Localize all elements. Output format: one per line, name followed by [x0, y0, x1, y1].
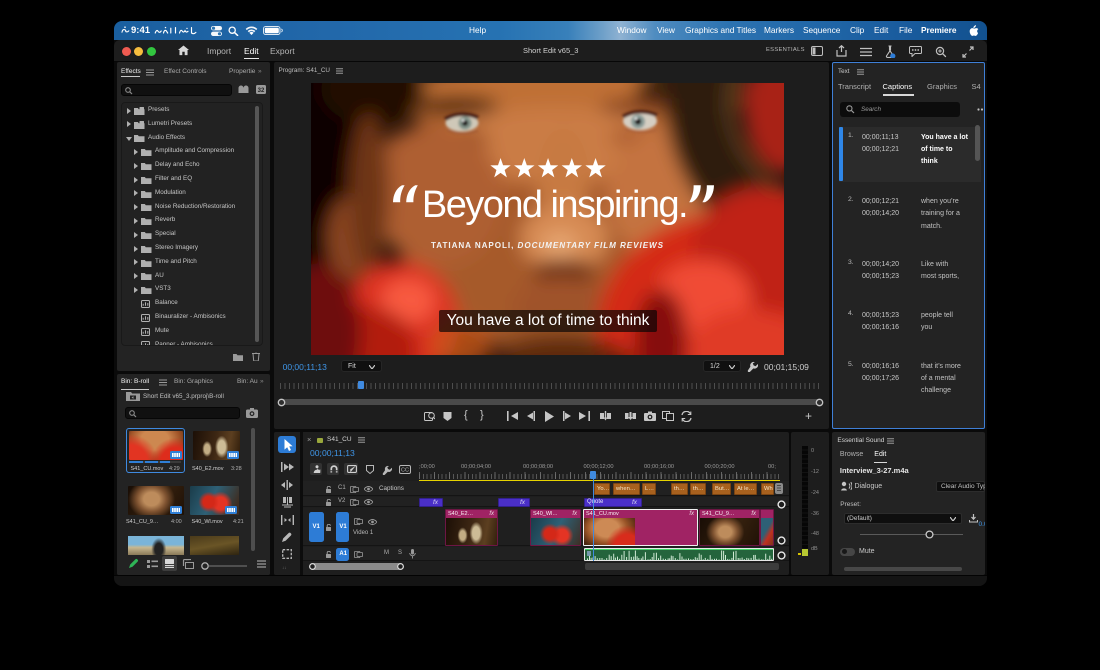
svg-text:32: 32 — [258, 88, 265, 94]
svg-text:CC: CC — [401, 468, 409, 474]
